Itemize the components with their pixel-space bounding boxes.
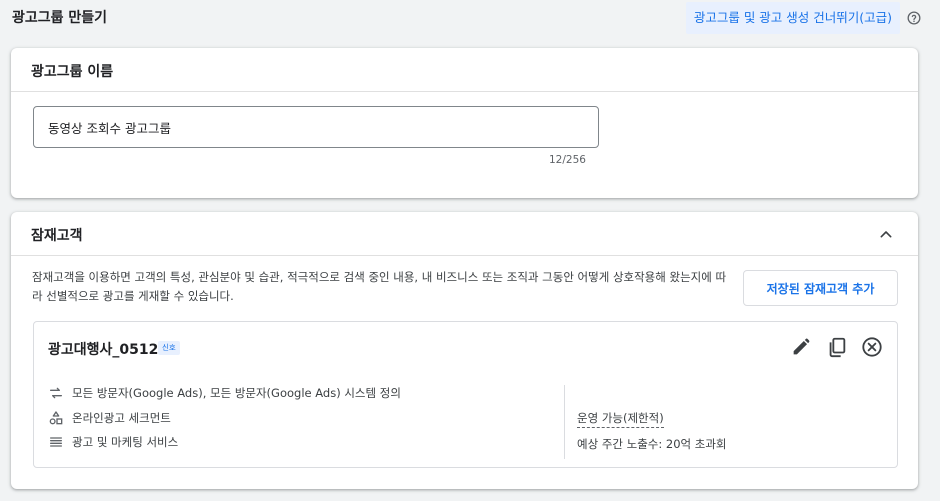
skip-creation-link[interactable]: 광고그룹 및 광고 생성 건너뛰기(고급) <box>685 2 900 34</box>
audience-title: 잠재고객 <box>31 228 83 244</box>
segment-row-text: 온라인광고 세크먼트 <box>72 411 171 425</box>
help-circle-icon[interactable] <box>907 11 921 25</box>
edit-pencil-icon[interactable] <box>790 336 812 358</box>
audience-segment: 광고대행사_0512 신호 모든 방문자(Google Ads), 모든 방문자… <box>33 321 898 468</box>
audience-description: 잠재고객을 이용하면 고객의 특성, 관심분야 및 습관, 적극적으로 검색 중… <box>32 270 727 303</box>
copy-icon[interactable] <box>826 336 848 358</box>
add-saved-audience-button[interactable]: 저장된 잠재고객 추가 <box>743 270 898 306</box>
weekly-reach-text: 예상 주간 노출수: 20억 초과회 <box>577 437 727 451</box>
segment-row-online-ads: 온라인광고 세크먼트 <box>48 409 171 427</box>
shapes-icon <box>49 411 63 425</box>
page-title: 광고그룹 만들기 <box>12 10 108 26</box>
sync-arrows-icon <box>50 387 62 399</box>
segment-row-text: 모든 방문자(Google Ads), 모든 방문자(Google Ads) 시… <box>72 386 401 400</box>
top-bar: 광고그룹 만들기 광고그룹 및 광고 생성 건너뛰기(고급) <box>0 0 940 36</box>
segment-row-marketing: 광고 및 마케팅 서비스 <box>48 433 178 451</box>
remove-circle-icon[interactable] <box>861 336 883 358</box>
segment-name: 광고대행사_0512 <box>48 342 159 358</box>
status-badge: 신호 <box>158 341 180 355</box>
serving-status-link[interactable]: 운영 가능(제한적) <box>577 410 664 428</box>
segment-row-text: 광고 및 마케팅 서비스 <box>72 435 179 449</box>
ad-group-name-input[interactable] <box>33 106 599 148</box>
segment-divider <box>564 385 565 459</box>
audience-card: 잠재고객 잠재고객을 이용하면 고객의 특성, 관심분야 및 습관, 적극적으로… <box>11 212 918 489</box>
segment-row-visitors: 모든 방문자(Google Ads), 모든 방문자(Google Ads) 시… <box>48 384 401 402</box>
char-count: 12/256 <box>549 154 586 166</box>
ad-group-name-header: 광고그룹 이름 <box>11 48 918 92</box>
chevron-up-icon[interactable] <box>878 226 894 242</box>
list-lines-icon <box>50 437 62 447</box>
audience-header[interactable]: 잠재고객 <box>11 212 918 256</box>
ad-group-name-card: 광고그룹 이름 12/256 <box>11 48 918 198</box>
ad-group-name-title: 광고그룹 이름 <box>31 64 114 80</box>
